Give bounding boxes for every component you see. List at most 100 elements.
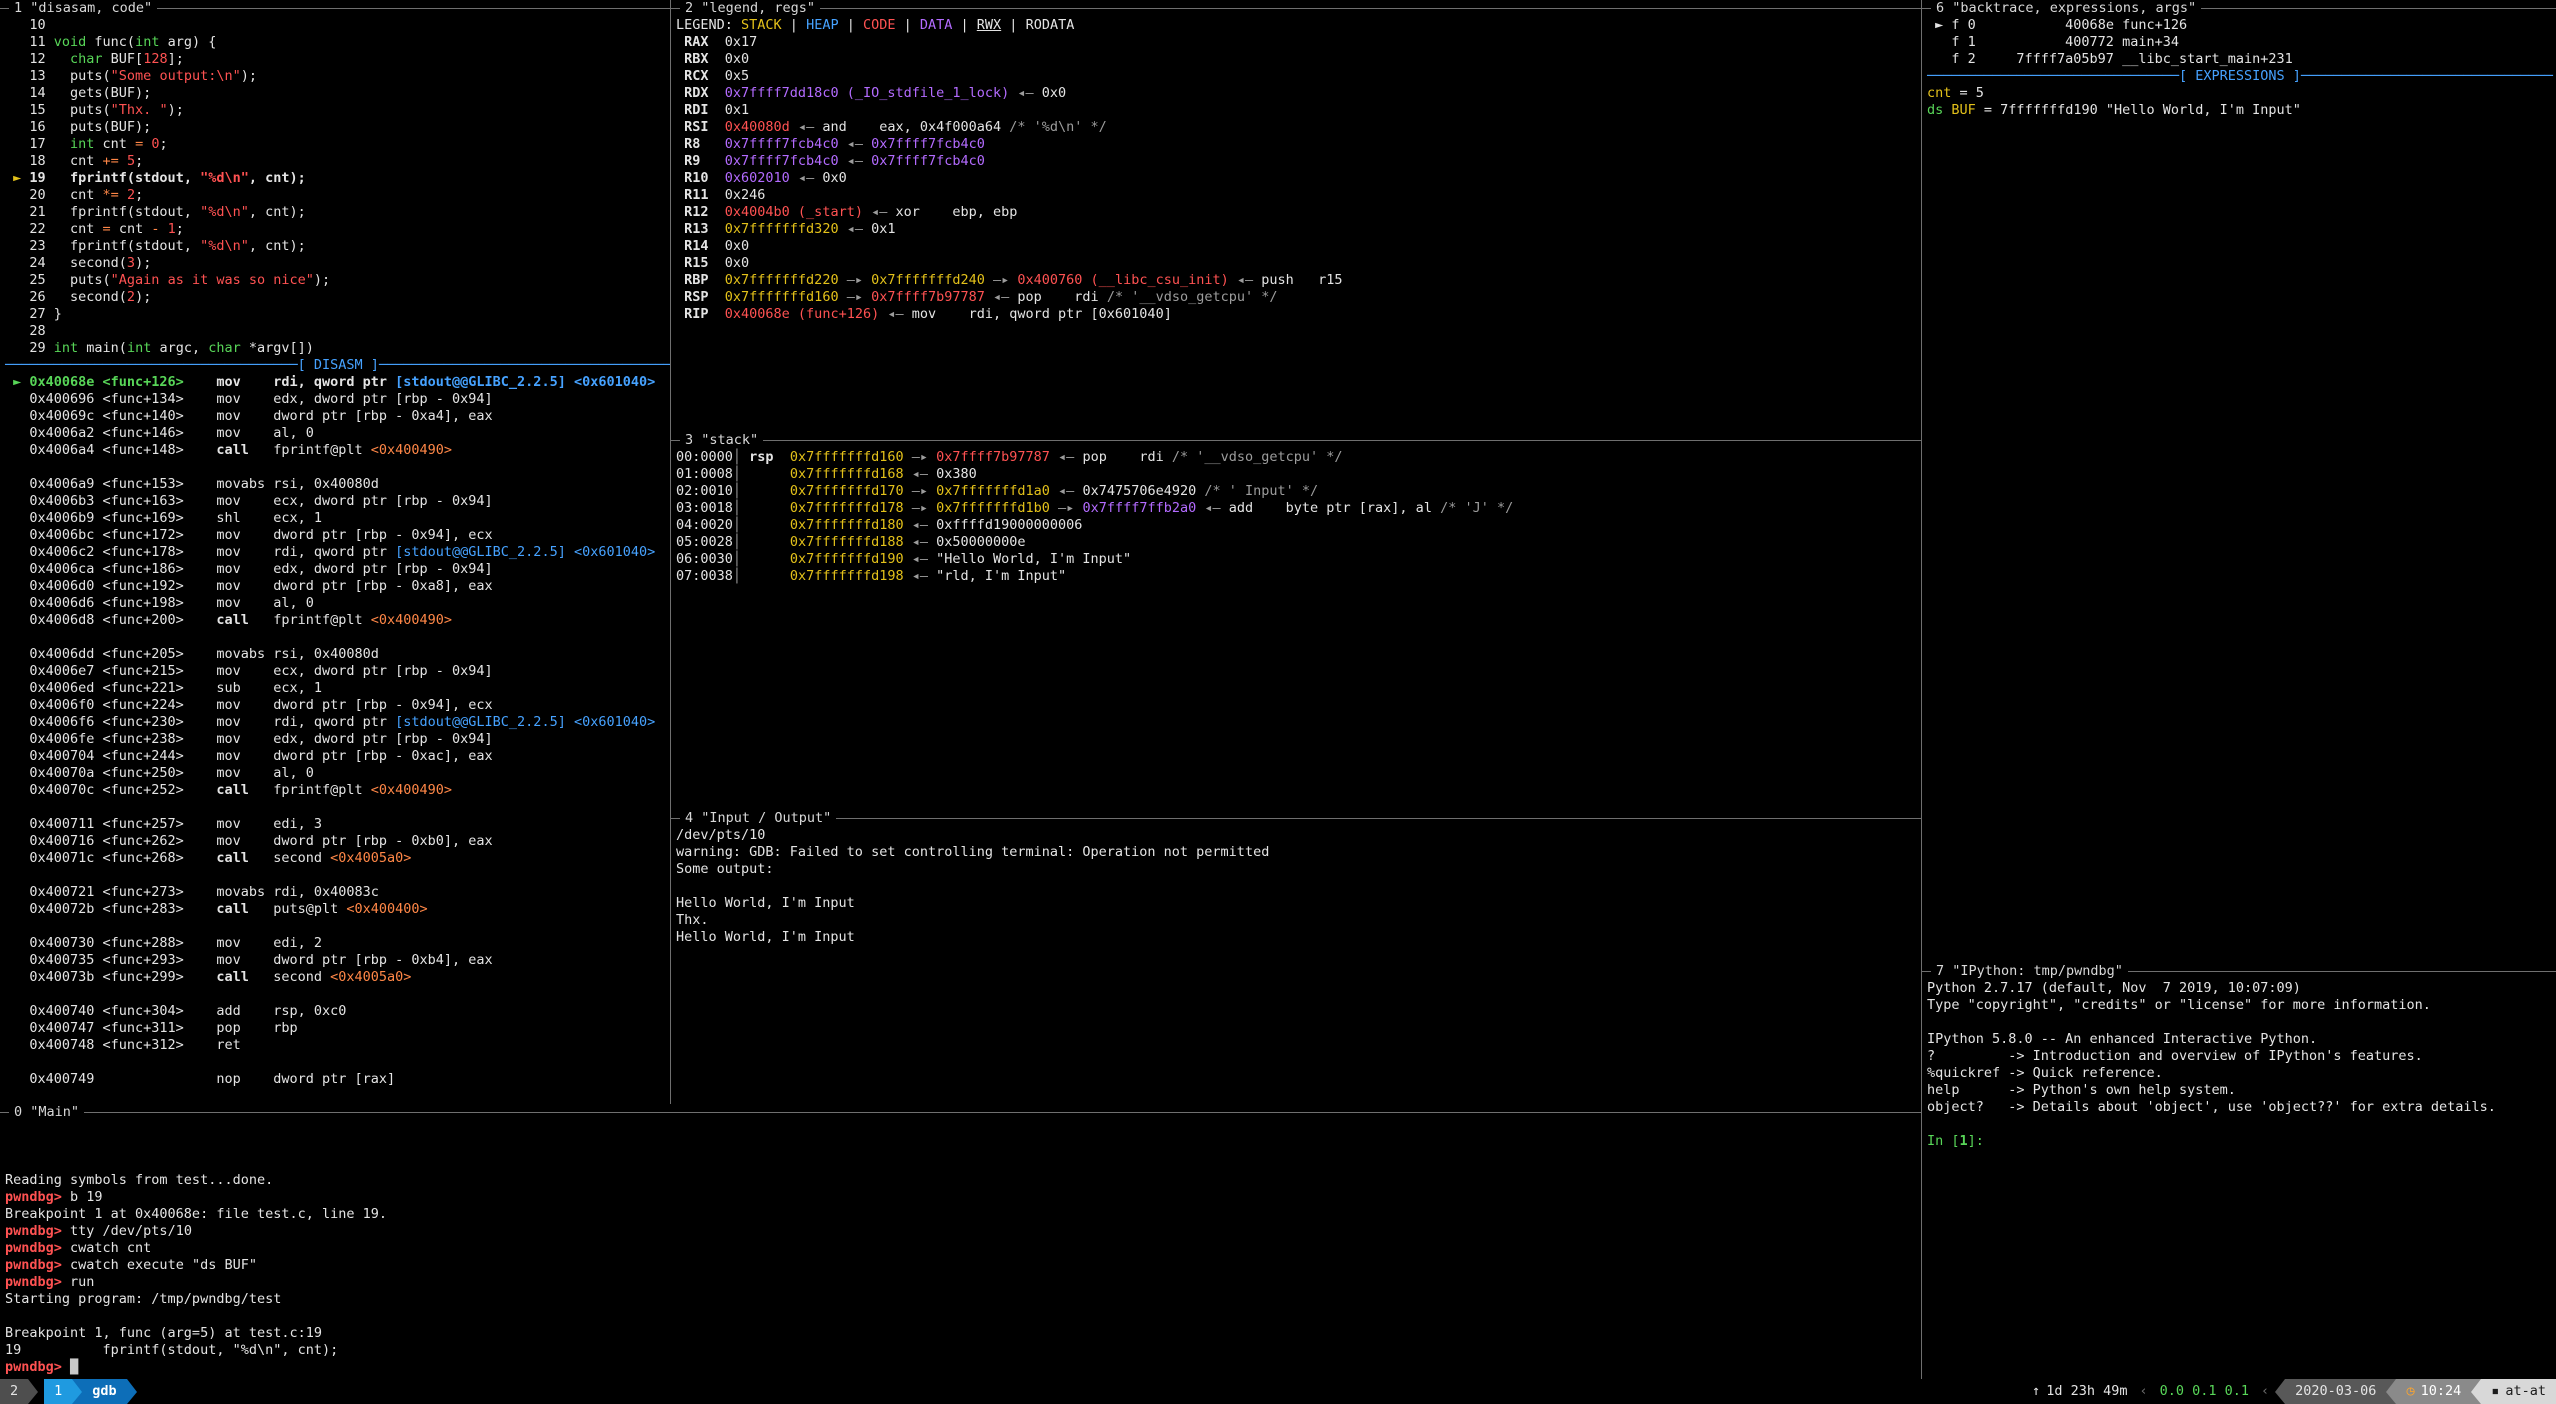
terminal-line (5, 459, 670, 476)
terminal-line: ds BUF = 7fffffffd190 "Hello World, I'm … (1927, 102, 2556, 119)
terminal-line: Starting program: /tmp/pwndbg/test (5, 1291, 1921, 1308)
terminal-line: 15 puts("Thx. "); (5, 102, 670, 119)
terminal-line: 05:0028│ 0x7fffffffd188 ◂— 0x50000000e (676, 534, 1921, 551)
terminal-line: Hello World, I'm Input (676, 895, 1921, 912)
tmux-screen: 1 "disasam, code" 10 11 void func(int ar… (0, 0, 2556, 1404)
terminal-line: RSI 0x40080d ◂— and eax, 0x4f000a64 /* '… (676, 119, 1921, 136)
powerline-separator (2275, 1379, 2285, 1404)
pane-title-label: 4 "Input / Output" (680, 810, 836, 827)
terminal-line: RBP 0x7fffffffd220 —▸ 0x7fffffffd240 —▸ … (676, 272, 1921, 289)
powerline-separator (72, 1379, 82, 1404)
terminal-line: 0x4006f0 <func+224> mov dword ptr [rbp -… (5, 697, 670, 714)
terminal-line (5, 629, 670, 646)
terminal-line (5, 1308, 1921, 1325)
terminal-line: 0x4006f6 <func+230> mov rdi, qword ptr [… (5, 714, 670, 731)
terminal-line: 0x40072b <func+283> call puts@plt <0x400… (5, 901, 670, 918)
terminal-line: 0x4006bc <func+172> mov dword ptr [rbp -… (5, 527, 670, 544)
terminal-line: 21 fprintf(stdout, "%d\n", cnt); (5, 204, 670, 221)
terminal-line: 02:0010│ 0x7fffffffd170 —▸ 0x7fffffffd1a… (676, 483, 1921, 500)
terminal-line: pwndbg> b 19 (5, 1189, 1921, 1206)
terminal-line: 24 second(3); (5, 255, 670, 272)
terminal-line: RBX 0x0 (676, 51, 1921, 68)
terminal-line: f 1 400772 main+34 (1927, 34, 2556, 51)
disasm-content: 10 11 void func(int arg) { 12 char BUF[1… (0, 17, 670, 1088)
terminal-line: 23 fprintf(stdout, "%d\n", cnt); (5, 238, 670, 255)
terminal-line: 0x40071c <func+268> call second <0x4005a… (5, 850, 670, 867)
terminal-line: 0x400747 <func+311> pop rbp (5, 1020, 670, 1037)
uptime: ↑1d 23h 49m (2026, 1379, 2133, 1404)
terminal-line: R9 0x7ffff7fcb4c0 ◂— 0x7ffff7fcb4c0 (676, 153, 1921, 170)
terminal-line: 16 puts(BUF); (5, 119, 670, 136)
terminal-line: 04:0020│ 0x7fffffffd180 ◂— 0xffffd190000… (676, 517, 1921, 534)
registers-content: LEGEND: STACK | HEAP | CODE | DATA | RWX… (671, 17, 1921, 323)
terminal-line: Some output: (676, 861, 1921, 878)
session-indicator[interactable]: 2 (0, 1379, 28, 1404)
terminal-line: 10 (5, 17, 670, 34)
powerline-separator (2471, 1379, 2481, 1404)
terminal-line (5, 1121, 1921, 1138)
terminal-line: Breakpoint 1, func (arg=5) at test.c:19 (5, 1325, 1921, 1342)
pane-ipython[interactable]: 7 "IPython: tmp/pwndbg" Python 2.7.17 (d… (1921, 963, 2556, 1379)
terminal-line: 0x4006d6 <func+198> mov al, 0 (5, 595, 670, 612)
terminal-line: 14 gets(BUF); (5, 85, 670, 102)
terminal-line: 0x4006b3 <func+163> mov ecx, dword ptr [… (5, 493, 670, 510)
terminal-line (5, 918, 670, 935)
terminal-line (5, 1054, 670, 1071)
terminal-line: R8 0x7ffff7fcb4c0 ◂— 0x7ffff7fcb4c0 (676, 136, 1921, 153)
terminal-line: 0x4006a2 <func+146> mov al, 0 (5, 425, 670, 442)
terminal-line: f 2 7ffff7a05b97 __libc_start_main+231 (1927, 51, 2556, 68)
pane-legend-regs[interactable]: 2 "legend, regs" LEGEND: STACK | HEAP | … (670, 0, 1921, 432)
terminal-line: RIP 0x40068e (func+126) ◂— mov rdi, qwor… (676, 306, 1921, 323)
terminal-line: pwndbg> cwatch cnt (5, 1240, 1921, 1257)
terminal-line: pwndbg> run (5, 1274, 1921, 1291)
terminal-line: 19 fprintf(stdout, "%d\n", cnt); (5, 1342, 1921, 1359)
ipython-content[interactable]: Python 2.7.17 (default, Nov 7 2019, 10:0… (1922, 980, 2556, 1150)
terminal-line: In [1]: (1927, 1133, 2556, 1150)
load-average: 0.0 0.1 0.1 (2154, 1379, 2255, 1404)
window-index[interactable]: 1 (44, 1379, 72, 1404)
terminal-line: 0x400749 nop dword ptr [rax] (5, 1071, 670, 1088)
terminal-line: cnt = 5 (1927, 85, 2556, 102)
terminal-line: R10 0x602010 ◂— 0x0 (676, 170, 1921, 187)
pane-title: 7 "IPython: tmp/pwndbg" (1922, 963, 2556, 980)
terminal-line: 0x4006ed <func+221> sub ecx, 1 (5, 680, 670, 697)
pane-disasm-code[interactable]: 1 "disasam, code" 10 11 void func(int ar… (0, 0, 670, 1104)
terminal-line: help -> Python's own help system. (1927, 1082, 2556, 1099)
terminal-line: 27 } (5, 306, 670, 323)
terminal-line: Thx. (676, 912, 1921, 929)
pane-backtrace-expressions[interactable]: 6 "backtrace, expressions, args" ► f 0 4… (1921, 0, 2556, 963)
terminal-line: 0x4006ca <func+186> mov edx, dword ptr [… (5, 561, 670, 578)
gdb-console-content[interactable]: Reading symbols from test...done.pwndbg>… (0, 1121, 1921, 1376)
pane-stack[interactable]: 3 "stack" 00:0000│ rsp 0x7fffffffd160 —▸… (670, 432, 1921, 810)
terminal-line: 28 (5, 323, 670, 340)
terminal-line: 0x400740 <func+304> add rsp, 0xc0 (5, 1003, 670, 1020)
terminal-line (5, 1138, 1921, 1155)
terminal-line: Reading symbols from test...done. (5, 1172, 1921, 1189)
terminal-line: 0x4006a9 <func+153> movabs rsi, 0x40080d (5, 476, 670, 493)
terminal-line: pwndbg> cwatch execute "ds BUF" (5, 1257, 1921, 1274)
terminal-line (5, 1155, 1921, 1172)
terminal-line: RSP 0x7fffffffd160 —▸ 0x7ffff7b97787 ◂— … (676, 289, 1921, 306)
pane-main[interactable]: 0 "Main" Reading symbols from test...don… (0, 1104, 1921, 1379)
terminal-line: 0x40069c <func+140> mov dword ptr [rbp -… (5, 408, 670, 425)
pane-input-output[interactable]: 4 "Input / Output" /dev/pts/10warning: G… (670, 810, 1921, 1104)
terminal-line: 11 void func(int arg) { (5, 34, 670, 51)
pane-title: 2 "legend, regs" (671, 0, 1921, 17)
powerline-separator (2386, 1379, 2396, 1404)
terminal-line: 00:0000│ rsp 0x7fffffffd160 —▸ 0x7ffff7b… (676, 449, 1921, 466)
terminal-line: 20 cnt *= 2; (5, 187, 670, 204)
terminal-line (5, 867, 670, 884)
pane-title: 1 "disasam, code" (0, 0, 670, 17)
terminal-line: 07:0038│ 0x7fffffffd198 ◂— "rld, I'm Inp… (676, 568, 1921, 585)
pane-title-label: 7 "IPython: tmp/pwndbg" (1931, 963, 2128, 980)
terminal-line: 06:0030│ 0x7fffffffd190 ◂— "Hello World,… (676, 551, 1921, 568)
host-value: at-at (2505, 1383, 2546, 1400)
stack-content: 00:0000│ rsp 0x7fffffffd160 —▸ 0x7ffff7b… (671, 449, 1921, 585)
terminal-line: R13 0x7fffffffd320 ◂— 0x1 (676, 221, 1921, 238)
terminal-line: R15 0x0 (676, 255, 1921, 272)
terminal-line: IPython 5.8.0 -- An enhanced Interactive… (1927, 1031, 2556, 1048)
pane-title-label: 3 "stack" (680, 432, 763, 449)
terminal-line: Type "copyright", "credits" or "license"… (1927, 997, 2556, 1014)
window-name-tab[interactable]: gdb (82, 1379, 126, 1404)
terminal-line: 0x40070a <func+250> mov al, 0 (5, 765, 670, 782)
